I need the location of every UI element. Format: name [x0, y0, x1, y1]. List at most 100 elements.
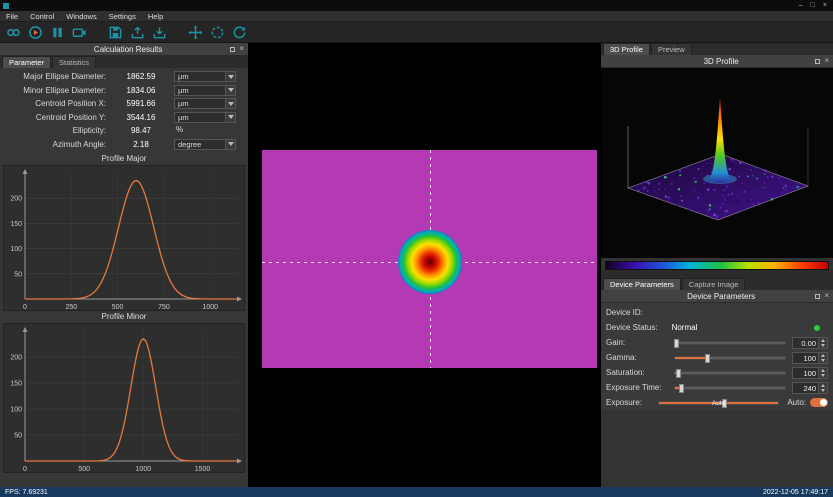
- gamma-label: Gamma:: [606, 353, 674, 362]
- parameter-value: 5991.66: [112, 99, 170, 108]
- auto-exposure-toggle[interactable]: [810, 398, 828, 407]
- svg-text:200: 200: [10, 355, 22, 362]
- saturation-slider[interactable]: [674, 371, 786, 375]
- svg-text:750: 750: [158, 304, 170, 311]
- parameter-row: Centroid Position X: 5991.66 µm: [0, 97, 248, 111]
- menu-bar: File Control Windows Settings Help: [0, 11, 833, 22]
- device-tabs: Device Parameters Capture Image: [601, 278, 833, 290]
- exposure-label: Exposure:: [606, 398, 658, 407]
- parameter-row: Major Ellipse Diameter: 1862.59 µm: [0, 70, 248, 84]
- device-parameter-rows: Device ID: Device Status: Normal Gain: 0…: [601, 303, 833, 410]
- slider-handle[interactable]: [679, 384, 684, 393]
- save-icon[interactable]: [107, 24, 123, 40]
- parameter-row: Ellipticity: 98.47 %: [0, 124, 248, 138]
- menu-windows[interactable]: Windows: [60, 12, 102, 21]
- camera-icon[interactable]: [71, 24, 87, 40]
- unit-select[interactable]: degree: [174, 139, 236, 150]
- chevron-down-icon: [225, 140, 235, 149]
- chevron-down-icon: [225, 86, 235, 95]
- float-panel-icon[interactable]: [230, 47, 235, 52]
- device-status-row: Device Status: Normal: [601, 320, 833, 335]
- unit-select[interactable]: µm: [174, 112, 236, 123]
- view3d-header[interactable]: 3D Profile ×: [601, 55, 833, 68]
- svg-text:1000: 1000: [136, 466, 152, 473]
- menu-control[interactable]: Control: [24, 12, 60, 21]
- gamma-slider[interactable]: [674, 356, 786, 360]
- exposure-row: Exposure: Auto Auto:: [601, 395, 833, 410]
- spin-down-icon[interactable]: [819, 358, 827, 363]
- move-icon[interactable]: [187, 24, 203, 40]
- saturation-spinbox[interactable]: 100: [792, 367, 828, 379]
- exposure-slider[interactable]: Auto: [658, 401, 779, 405]
- menu-file[interactable]: File: [0, 12, 24, 21]
- parameter-value: 98.47: [112, 126, 170, 135]
- parameter-label: Azimuth Angle:: [0, 140, 112, 149]
- exposure-time-spinbox[interactable]: 240: [792, 382, 828, 394]
- panel-title: 3D Profile: [627, 57, 815, 66]
- link-icon[interactable]: [5, 24, 21, 40]
- close-panel-icon[interactable]: ×: [824, 57, 829, 65]
- gain-spinbox[interactable]: 0.00: [792, 337, 828, 349]
- unit-label: %: [174, 125, 236, 136]
- pause-icon[interactable]: [49, 24, 65, 40]
- spin-down-icon[interactable]: [819, 373, 827, 378]
- device-status-value: Normal: [672, 323, 698, 332]
- svg-text:1500: 1500: [195, 466, 211, 473]
- unit-select[interactable]: µm: [174, 98, 236, 109]
- maximize-icon[interactable]: □: [811, 0, 815, 11]
- record-icon[interactable]: [27, 24, 43, 40]
- panel-title: Calculation Results: [26, 45, 230, 54]
- exposure-time-row: Exposure Time: 240: [601, 380, 833, 395]
- slider-handle[interactable]: [705, 354, 710, 363]
- device-parameters-header[interactable]: Device Parameters ×: [601, 290, 833, 303]
- tab-parameter[interactable]: Parameter: [2, 56, 51, 68]
- import-icon[interactable]: [151, 24, 167, 40]
- tab-3d-profile[interactable]: 3D Profile: [603, 43, 650, 55]
- tab-capture-image[interactable]: Capture Image: [682, 278, 746, 290]
- device-status-label: Device Status:: [606, 323, 658, 332]
- float-panel-icon[interactable]: [815, 59, 820, 64]
- chevron-down-icon: [225, 113, 235, 122]
- close-panel-icon[interactable]: ×: [824, 292, 829, 300]
- export-icon[interactable]: [129, 24, 145, 40]
- toggle-knob: [820, 399, 827, 406]
- tab-device-parameters[interactable]: Device Parameters: [603, 278, 681, 290]
- parameter-label: Minor Ellipse Diameter:: [0, 86, 112, 95]
- minimize-icon[interactable]: –: [799, 0, 803, 11]
- parameter-label: Major Ellipse Diameter:: [0, 72, 112, 81]
- close-icon[interactable]: ×: [823, 0, 827, 11]
- gain-slider[interactable]: [674, 341, 786, 345]
- float-panel-icon[interactable]: [815, 294, 820, 299]
- circle-icon[interactable]: [209, 24, 225, 40]
- reset-icon[interactable]: [231, 24, 247, 40]
- menu-help[interactable]: Help: [142, 12, 169, 21]
- title-bar: – □ ×: [0, 0, 833, 11]
- saturation-label: Saturation:: [606, 368, 674, 377]
- profile-major-title: Profile Major: [0, 153, 248, 165]
- surface-3d-plot: [601, 68, 833, 258]
- svg-text:100: 100: [10, 246, 22, 253]
- view3d-tabs: 3D Profile Preview: [601, 43, 833, 55]
- parameter-value: 1834.06: [112, 86, 170, 95]
- toolbar: [0, 22, 833, 43]
- exposure-time-slider[interactable]: [674, 386, 786, 390]
- gamma-spinbox[interactable]: 100: [792, 352, 828, 364]
- spin-down-icon[interactable]: [819, 343, 827, 348]
- camera-view-area: [248, 43, 601, 487]
- tab-preview[interactable]: Preview: [651, 43, 692, 55]
- svg-text:150: 150: [10, 381, 22, 388]
- slider-handle[interactable]: [674, 339, 679, 348]
- close-panel-icon[interactable]: ×: [239, 45, 244, 53]
- tab-statistics[interactable]: Statistics: [52, 56, 96, 68]
- gamma-row: Gamma: 100: [601, 350, 833, 365]
- status-bar: FPS: 7.69231 2022-12-05 17:49:17: [0, 487, 833, 497]
- unit-select[interactable]: µm: [174, 71, 236, 82]
- calculation-results-header[interactable]: Calculation Results ×: [0, 43, 248, 56]
- slider-handle[interactable]: [676, 369, 681, 378]
- chevron-down-icon: [225, 72, 235, 81]
- calc-tabs: Parameter Statistics: [0, 56, 248, 68]
- panel-splitter[interactable]: [601, 270, 833, 278]
- menu-settings[interactable]: Settings: [103, 12, 142, 21]
- unit-select[interactable]: µm: [174, 85, 236, 96]
- spin-down-icon[interactable]: [819, 388, 827, 393]
